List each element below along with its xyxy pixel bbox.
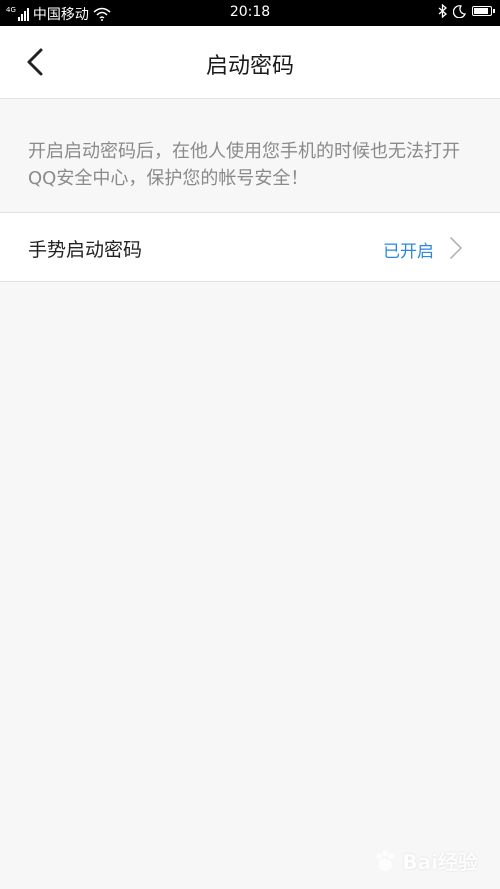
paw-icon	[376, 849, 395, 871]
status-bar: 4G 中国移动 20:18	[0, 0, 500, 26]
gesture-password-row[interactable]: 手势启动密码 已开启	[0, 212, 500, 282]
setting-status: 已开启	[383, 242, 434, 262]
status-time: 20:18	[229, 4, 271, 20]
moon-icon	[453, 4, 466, 18]
status-right	[438, 4, 495, 18]
setting-label: 手势启动密码	[28, 239, 143, 261]
bluetooth-icon	[438, 4, 447, 18]
navigation-bar: 启动密码	[0, 26, 500, 99]
description-text: 开启启动密码后，在他人使用您手机的时候也无法打开QQ安全中心，保护您的帐号安全！	[28, 141, 460, 189]
watermark-logo: Bai经验	[372, 846, 478, 875]
watermark-text: Bai经验	[402, 850, 478, 874]
battery-icon	[472, 6, 495, 16]
page-title: 启动密码	[205, 54, 294, 79]
chevron-right-icon	[450, 237, 462, 259]
